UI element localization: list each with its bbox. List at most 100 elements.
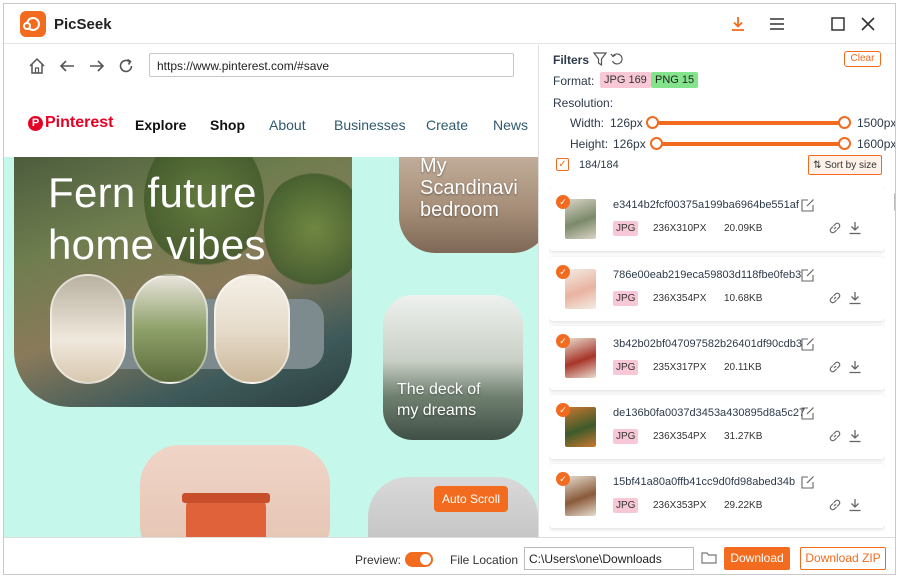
pin-card-deck[interactable]: The deck of my dreams: [383, 295, 523, 440]
menu-icon[interactable]: [765, 12, 789, 36]
sort-label: Sort by size: [824, 159, 877, 171]
image-size: 20.11KB: [724, 362, 762, 373]
download-item-icon[interactable]: [847, 359, 863, 375]
sort-by-size-button[interactable]: ⇅ Sort by size: [808, 155, 882, 175]
hero-thumb-2: [132, 274, 208, 384]
image-list-item[interactable]: ✓ 3b42b02bf047097582b26401df90cdb3 JPG 2…: [549, 326, 885, 390]
nav-shop[interactable]: Shop: [210, 117, 245, 133]
image-thumbnail: [565, 407, 596, 447]
image-size: 10.68KB: [724, 293, 763, 304]
height-min-handle[interactable]: [650, 137, 663, 150]
image-type-badge: JPG: [613, 221, 639, 236]
pinterest-logo[interactable]: P Pinterest: [28, 114, 113, 132]
item-checked-icon[interactable]: ✓: [556, 265, 570, 279]
clear-button[interactable]: Clear: [844, 51, 881, 67]
browser-pane: https://www.pinterest.com/#save P Pintere…: [4, 45, 539, 537]
link-icon[interactable]: [827, 220, 843, 236]
edit-icon[interactable]: [800, 197, 816, 213]
nav-create[interactable]: Create: [426, 117, 468, 133]
image-type-badge: JPG: [613, 360, 639, 375]
refresh-icon[interactable]: [115, 55, 137, 77]
nav-news[interactable]: News: [493, 117, 528, 133]
hero-title: Fern future home vibes: [48, 169, 266, 268]
item-checked-icon[interactable]: ✓: [556, 472, 570, 486]
reset-icon[interactable]: [610, 52, 624, 71]
select-all-checkbox[interactable]: ✓: [556, 158, 569, 171]
download-item-icon[interactable]: [847, 428, 863, 444]
image-list-item[interactable]: ✓ e3414b2fcf00375a199ba6964be551af JPG 2…: [549, 187, 885, 251]
nav-businesses[interactable]: Businesses: [334, 117, 406, 133]
image-type-badge: JPG: [613, 429, 639, 444]
back-icon[interactable]: [56, 55, 78, 77]
image-filename: e3414b2fcf00375a199ba6964be551af: [613, 199, 799, 211]
folder-icon[interactable]: [701, 551, 717, 565]
height-min: 126px: [613, 137, 646, 151]
download-zip-button[interactable]: Download ZIP: [800, 547, 886, 570]
download-button[interactable]: Download: [724, 547, 790, 570]
image-dimensions: 236X310PX: [653, 223, 707, 234]
item-checked-icon[interactable]: ✓: [556, 403, 570, 417]
pinterest-logo-icon: P: [28, 115, 43, 131]
pin-card-pitcher[interactable]: [140, 445, 330, 537]
nav-about[interactable]: About: [269, 117, 306, 133]
nav-explore[interactable]: Explore: [135, 117, 186, 133]
width-min: 126px: [610, 116, 643, 130]
link-icon[interactable]: [827, 428, 843, 444]
close-icon[interactable]: [856, 12, 880, 36]
edit-icon[interactable]: [800, 474, 816, 490]
file-location-input[interactable]: C:\Users\one\Downloads: [524, 547, 694, 570]
list-scrollbar[interactable]: [894, 193, 895, 211]
hero-image[interactable]: Fern future home vibes: [14, 157, 352, 407]
image-list-item[interactable]: ✓ 15bf41a80a0ffb41cc9d0fd98abed34b JPG 2…: [549, 464, 885, 528]
filter-icon[interactable]: [592, 52, 608, 71]
image-dimensions: 236X354PX: [653, 293, 707, 304]
image-filename: 786e00eab219eca59803d118fbe0feb3: [613, 269, 802, 281]
image-dimensions: 236X353PX: [653, 500, 707, 511]
item-checked-icon[interactable]: ✓: [556, 334, 570, 348]
image-thumbnail: [565, 269, 596, 309]
format-jpg-toggle[interactable]: JPG 169: [600, 72, 651, 88]
link-icon[interactable]: [827, 497, 843, 513]
hero-thumb-3: [214, 274, 290, 384]
edit-icon[interactable]: [800, 405, 816, 421]
width-slider[interactable]: [652, 121, 844, 125]
image-list-item[interactable]: ✓ de136b0fa0037d3453a430895d8a5c27 JPG 2…: [549, 395, 885, 459]
image-dimensions: 236X354PX: [653, 431, 707, 442]
download-item-icon[interactable]: [847, 290, 863, 306]
download-icon[interactable]: [726, 12, 750, 36]
image-list-item[interactable]: ✓ 786e00eab219eca59803d118fbe0feb3 JPG 2…: [549, 257, 885, 321]
width-max-handle[interactable]: [838, 116, 851, 129]
link-icon[interactable]: [827, 290, 843, 306]
home-icon[interactable]: [26, 55, 48, 77]
format-png-toggle[interactable]: PNG 15: [651, 72, 699, 88]
link-icon[interactable]: [827, 359, 843, 375]
forward-icon[interactable]: [86, 55, 108, 77]
image-filename: de136b0fa0037d3453a430895d8a5c27: [613, 407, 806, 419]
edit-icon[interactable]: [800, 267, 816, 283]
pin-card-bedroom[interactable]: My Scandinavi bedroom: [399, 157, 538, 253]
preview-toggle[interactable]: [405, 552, 433, 567]
bottom-bar: Preview: File Location C:\Users\one\Down…: [4, 537, 895, 574]
image-type-badge: JPG: [613, 498, 639, 513]
app-window: PicSeek https://www.pinterest.com/#save …: [3, 3, 896, 575]
image-dimensions: 235X317PX: [653, 362, 707, 373]
sort-icon: ⇅: [813, 159, 822, 171]
maximize-icon[interactable]: [826, 12, 850, 36]
filter-panel: Filters Clear Format: JPG 169 PNG 15 Res…: [540, 45, 895, 537]
image-size: 29.22KB: [724, 500, 763, 511]
image-type-badge: JPG: [613, 291, 639, 306]
item-checked-icon[interactable]: ✓: [556, 195, 570, 209]
width-min-handle[interactable]: [646, 116, 659, 129]
height-slider[interactable]: [656, 142, 844, 146]
pinterest-logo-text: Pinterest: [45, 114, 114, 131]
format-label: Format:: [553, 74, 595, 88]
url-input[interactable]: https://www.pinterest.com/#save: [149, 53, 514, 77]
download-item-icon[interactable]: [847, 497, 863, 513]
download-item-icon[interactable]: [847, 220, 863, 236]
image-thumbnail: [565, 338, 596, 378]
width-label: Width:: [570, 116, 605, 130]
auto-scroll-button[interactable]: Auto Scroll: [434, 486, 509, 512]
edit-icon[interactable]: [800, 336, 816, 352]
height-max-handle[interactable]: [838, 137, 851, 150]
app-title: PicSeek: [54, 16, 112, 33]
